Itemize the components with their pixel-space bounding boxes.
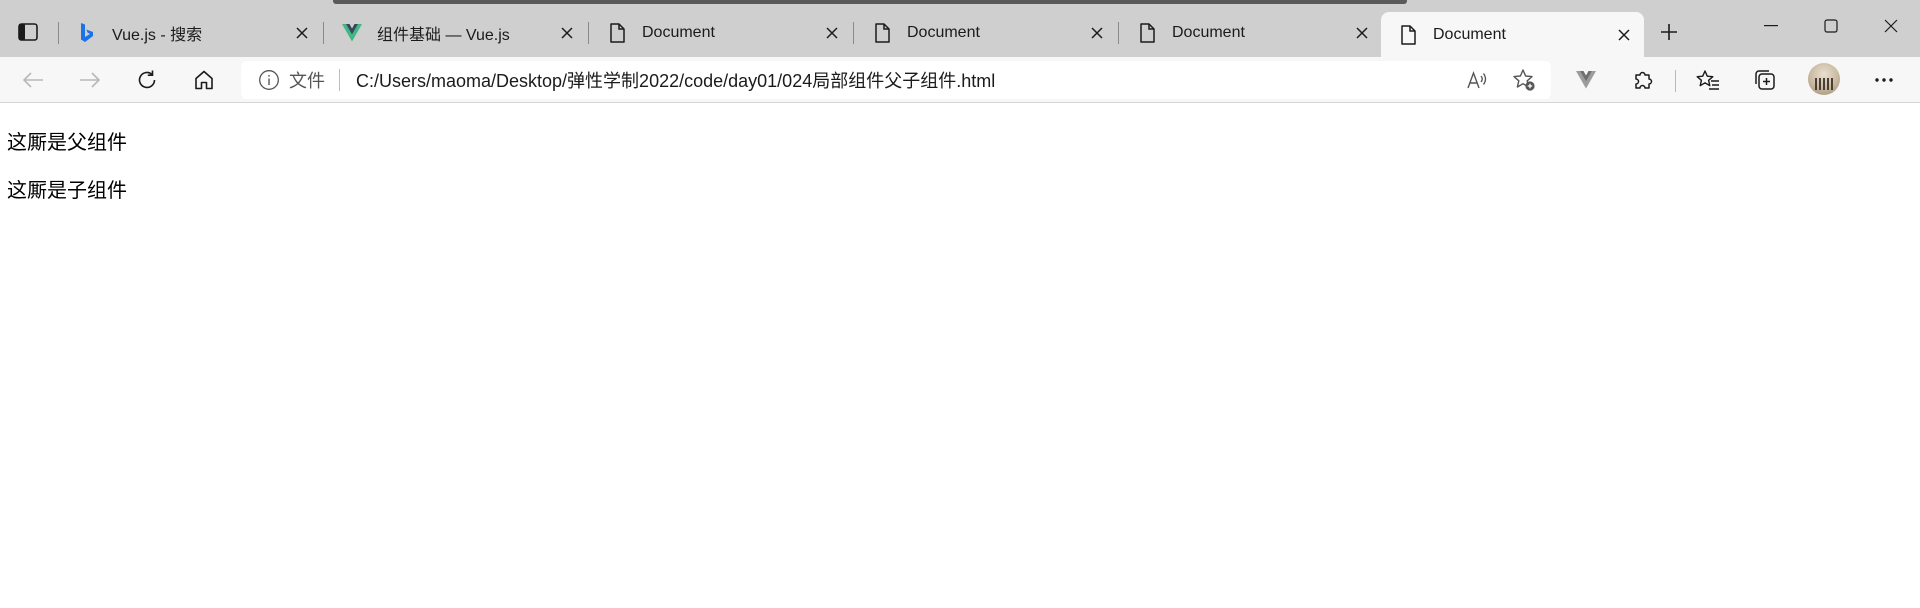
minimize-icon [1764,25,1778,27]
close-icon[interactable] [288,19,316,47]
refresh-icon [136,69,158,91]
tab-title: Document [1433,25,1506,43]
tab-title: Document [907,23,980,41]
home-button[interactable] [186,62,222,98]
back-button[interactable] [15,62,51,98]
info-icon[interactable] [257,68,281,92]
parent-component-text: 这厮是父组件 [7,130,127,154]
address-separator [339,69,340,91]
favorites-button[interactable] [1690,62,1726,98]
tab-document-active[interactable]: Document [1381,12,1644,57]
favorites-icon [1696,69,1720,91]
close-icon [1884,19,1898,33]
tab-document-2[interactable]: Document [855,12,1117,53]
url-text[interactable]: C:/Users/maoma/Desktop/弹性学制2022/code/day… [356,67,995,93]
tab-title: Document [1172,23,1245,41]
arrow-right-icon [79,71,101,89]
tab-separator [588,22,589,44]
add-favorite-icon[interactable] [1509,65,1539,95]
more-icon [1874,77,1894,83]
tab-actions-button[interactable] [10,17,46,47]
browser-toolbar: 文件 C:/Users/maoma/Desktop/弹性学制2022/code/… [0,57,1920,103]
tab-vue-component-basics[interactable]: 组件基础 — Vue.js [325,12,587,53]
document-icon [1136,22,1158,44]
bing-icon [76,22,98,44]
read-aloud-icon[interactable] [1463,65,1493,95]
tab-document-3[interactable]: Document [1120,12,1382,53]
toolbar-separator [1675,70,1676,92]
document-icon [1397,24,1419,46]
tab-title: Vue.js - 搜索 [112,26,203,44]
document-icon [871,22,893,44]
tab-separator [58,22,59,44]
arrow-left-icon [22,71,44,89]
close-icon[interactable] [818,19,846,47]
extensions-button[interactable] [1625,62,1661,98]
tab-separator [323,22,324,44]
new-tab-button[interactable] [1651,17,1687,47]
vue-devtools-icon [1576,71,1596,89]
maximize-icon [1824,19,1838,33]
child-component-text: 这厮是子组件 [7,178,127,202]
close-icon[interactable] [1083,19,1111,47]
tab-title: Document [642,23,715,41]
tab-strip: Vue.js - 搜索 组件基础 — Vue.js Document Docum… [0,0,1920,57]
collections-icon [1754,69,1776,91]
tab-title: 组件基础 — Vue.js [377,26,510,44]
settings-more-button[interactable] [1866,62,1902,98]
close-icon[interactable] [1610,21,1638,49]
home-icon [193,69,215,91]
plus-icon [1660,23,1678,41]
puzzle-icon [1632,69,1654,91]
address-bar[interactable]: 文件 C:/Users/maoma/Desktop/弹性学制2022/code/… [241,61,1551,99]
close-icon[interactable] [1348,19,1376,47]
close-icon[interactable] [553,19,581,47]
document-icon [606,22,628,44]
tab-document-1[interactable]: Document [590,12,852,53]
maximize-button[interactable] [1801,0,1861,52]
vue-devtools-extension-button[interactable] [1568,62,1604,98]
tab-actions-icon [18,23,38,41]
refresh-button[interactable] [129,62,165,98]
tab-vuejs-search[interactable]: Vue.js - 搜索 [60,12,322,53]
collections-button[interactable] [1747,62,1783,98]
tab-separator [853,22,854,44]
tab-separator [1118,22,1119,44]
avatar-image [1815,78,1833,90]
tabstrip-scroll-indicator [333,0,1407,4]
vue-icon [341,22,363,44]
page-content: 这厮是父组件 这厮是子组件 [0,104,1920,608]
profile-avatar[interactable] [1808,63,1840,95]
forward-button[interactable] [72,62,108,98]
file-scheme-label: 文件 [289,71,325,91]
minimize-button[interactable] [1741,0,1801,52]
window-close-button[interactable] [1861,0,1920,52]
